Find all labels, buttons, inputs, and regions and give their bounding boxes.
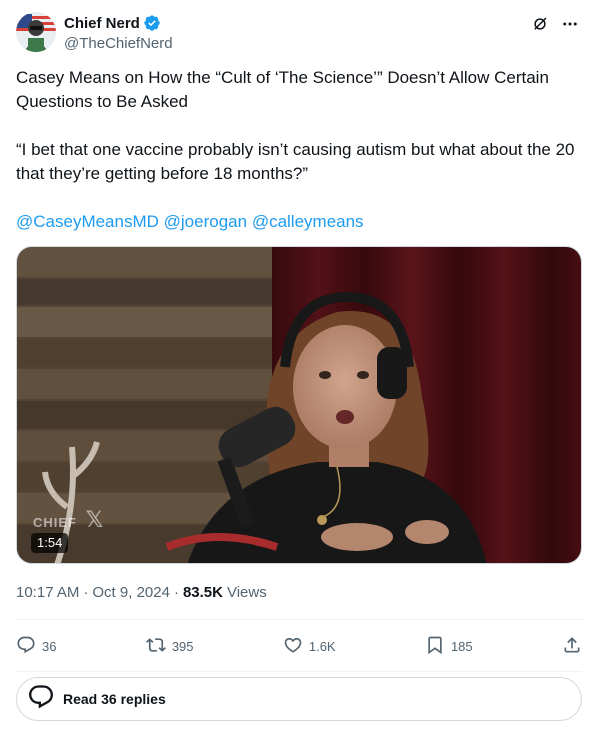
x-logo-icon: 𝕏 xyxy=(85,507,105,532)
share-button[interactable] xyxy=(562,635,582,658)
bookmark-button[interactable]: 185 xyxy=(425,635,473,658)
tweet-time[interactable]: 10:17 AM xyxy=(16,584,79,601)
mention-link[interactable]: @joerogan xyxy=(164,212,247,231)
divider xyxy=(16,619,582,620)
verified-badge-icon xyxy=(143,14,161,32)
share-icon xyxy=(562,635,582,658)
reply-icon xyxy=(16,635,36,658)
like-button[interactable]: 1.6K xyxy=(283,635,336,658)
mention-link[interactable]: @CaseyMeansMD xyxy=(16,212,159,231)
like-count: 1.6K xyxy=(308,638,336,654)
meta-separator: · xyxy=(173,584,179,601)
tweet-action-bar: 36 395 1.6K 185 xyxy=(16,628,582,664)
tweet-body: Casey Means on How the “Cult of ‘The Sci… xyxy=(16,66,582,258)
reply-count: 36 xyxy=(42,638,57,654)
tweet-meta: 10:17 AM · Oct 9, 2024 · 83.5K Views xyxy=(16,584,267,601)
video-duration-badge: 1:54 xyxy=(31,533,69,553)
author-display-name[interactable]: Chief Nerd xyxy=(64,15,140,32)
tweet-paragraph-title: Casey Means on How the “Cult of ‘The Sci… xyxy=(16,68,549,111)
tweet-header: Chief Nerd @TheChiefNerd xyxy=(16,12,582,54)
mention-link[interactable]: @calleymeans xyxy=(252,212,364,231)
reply-button[interactable]: 36 xyxy=(16,635,56,658)
reply-bubble-icon xyxy=(27,683,55,716)
tweet-date[interactable]: Oct 9, 2024 xyxy=(92,584,170,601)
repost-count: 395 xyxy=(171,638,194,654)
video-watermark: CHIEF 𝕏 xyxy=(33,507,105,532)
views-count: 83.5K xyxy=(182,584,223,601)
divider xyxy=(16,671,582,672)
read-replies-button[interactable]: Read 36 replies xyxy=(16,677,582,721)
author-handle[interactable]: @TheChiefNerd xyxy=(64,35,173,52)
tweet-paragraph-quote: “I bet that one vaccine probably isn’t c… xyxy=(16,140,575,183)
header-actions xyxy=(530,14,580,34)
more-options-icon[interactable] xyxy=(560,14,580,34)
video-player[interactable]: CHIEF 𝕏 1:54 xyxy=(16,246,582,564)
grok-icon[interactable] xyxy=(530,14,550,34)
repost-icon xyxy=(145,635,166,658)
author-info: Chief Nerd @TheChiefNerd xyxy=(64,13,173,53)
tweet-mentions: @CaseyMeansMD @joerogan @calleymeans xyxy=(16,210,582,234)
meta-separator: · xyxy=(83,584,89,601)
read-replies-label: Read 36 replies xyxy=(63,691,166,707)
author-avatar[interactable] xyxy=(16,12,56,52)
heart-icon xyxy=(283,635,303,658)
repost-button[interactable]: 395 xyxy=(145,635,194,658)
bookmark-count: 185 xyxy=(450,638,473,654)
views-label: Views xyxy=(226,584,267,601)
bookmark-icon xyxy=(425,635,445,658)
